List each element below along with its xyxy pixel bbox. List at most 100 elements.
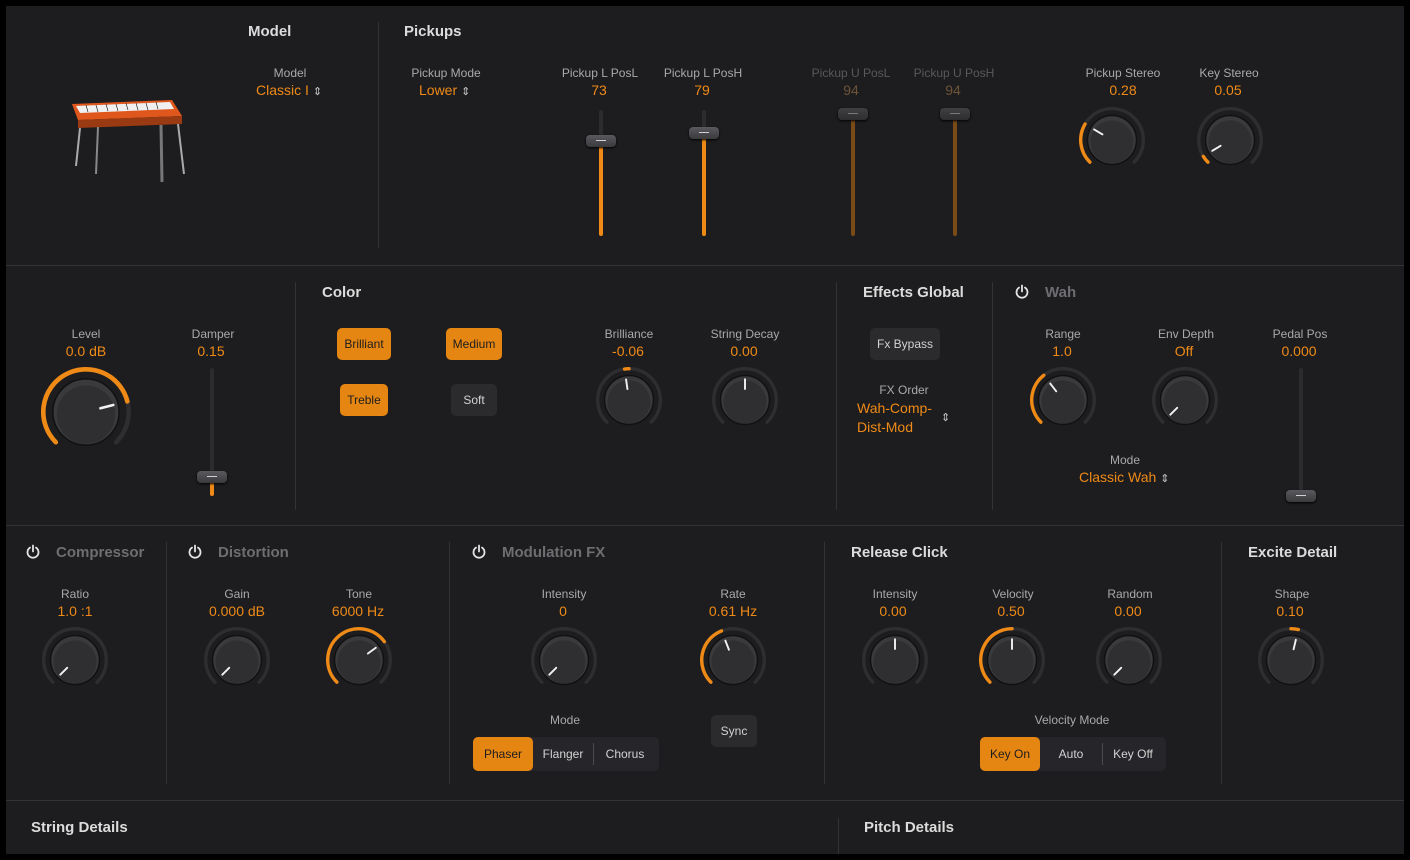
mod-intensity-label: Intensity: [541, 587, 587, 601]
level-label: Level: [71, 327, 101, 341]
key-off-button[interactable]: Key Off: [1103, 737, 1163, 771]
pickup-l-posh-thumb[interactable]: [689, 127, 719, 139]
model-label: Model: [273, 66, 307, 80]
pedal-pos-value: 0.000: [1281, 343, 1317, 359]
env-depth-label: Env Depth: [1157, 327, 1215, 341]
model-selector[interactable]: Classic I ⇕: [256, 82, 322, 98]
ratio-value: 1.0 :1: [57, 603, 93, 619]
color-section-title: Color: [322, 284, 362, 301]
wah-mode-value: Classic Wah: [1079, 469, 1157, 485]
treble-button[interactable]: Treble: [340, 384, 388, 416]
damper-thumb[interactable]: [197, 471, 227, 483]
compressor-power-icon[interactable]: [25, 544, 41, 560]
release-random-knob[interactable]: [1095, 626, 1163, 699]
knob-graphic: [712, 367, 778, 426]
pickup-u-posl-thumb[interactable]: [838, 108, 868, 120]
fx-bypass-button[interactable]: Fx Bypass: [870, 328, 940, 360]
wah-power-icon[interactable]: [1014, 284, 1030, 300]
sync-button[interactable]: Sync: [711, 715, 757, 747]
shape-label: Shape: [1274, 587, 1310, 601]
electric-piano-image: [72, 100, 185, 183]
modulation-power-icon[interactable]: [471, 544, 487, 560]
divider: [824, 542, 825, 784]
pedal-pos-thumb[interactable]: [1286, 490, 1316, 502]
knob-graphic: [531, 627, 597, 686]
divider: [449, 542, 450, 784]
flanger-button[interactable]: Flanger: [533, 737, 593, 771]
key-on-button[interactable]: Key On: [980, 737, 1040, 771]
rate-knob[interactable]: [699, 626, 767, 699]
release-click-title: Release Click: [851, 544, 948, 561]
string-decay-label: String Decay: [710, 327, 780, 341]
divider: [6, 800, 1404, 801]
pickup-stereo-knob[interactable]: [1078, 106, 1146, 179]
medium-button[interactable]: Medium: [446, 328, 502, 360]
mod-mode-label: Mode: [549, 713, 581, 727]
pickup-l-posh-value: 79: [694, 82, 710, 98]
brilliant-button[interactable]: Brilliant: [337, 328, 391, 360]
damper-label: Damper: [191, 327, 235, 341]
release-intensity-knob[interactable]: [861, 626, 929, 699]
ratio-knob[interactable]: [41, 626, 109, 699]
knob-graphic: [1096, 627, 1162, 686]
level-knob[interactable]: [40, 366, 132, 463]
divider: [992, 282, 993, 510]
divider: [295, 282, 296, 510]
soft-button[interactable]: Soft: [451, 384, 497, 416]
ratio-label: Ratio: [60, 587, 90, 601]
pickup-mode-selector[interactable]: Lower ⇕: [419, 82, 470, 98]
brilliance-knob[interactable]: [595, 366, 663, 439]
divider: [836, 282, 837, 510]
mod-intensity-knob[interactable]: [530, 626, 598, 699]
pickup-stereo-label: Pickup Stereo: [1085, 66, 1161, 80]
plugin-panel: Model Model Classic I ⇕ Pickups Pickup Mo…: [6, 6, 1404, 854]
divider: [6, 525, 1404, 526]
knob-graphic: [1258, 627, 1324, 686]
fx-order-selector[interactable]: Wah-Comp- Dist-Mod: [857, 399, 932, 437]
wah-range-knob[interactable]: [1029, 366, 1097, 439]
pickup-l-posl-value: 73: [591, 82, 607, 98]
modulation-title: Modulation FX: [502, 544, 606, 561]
knob-graphic: [1079, 107, 1145, 166]
pickup-mode-label: Pickup Mode: [411, 66, 481, 80]
gain-value: 0.000 dB: [208, 603, 266, 619]
fx-order-value-line2: Dist-Mod: [857, 419, 914, 435]
mod-mode-segmented: Phaser Flanger Chorus: [473, 737, 659, 771]
release-velocity-value: 0.50: [997, 603, 1025, 619]
fx-order-value-line1: Wah-Comp-: [857, 400, 932, 416]
fx-order-arrows[interactable]: ⇕: [937, 408, 950, 424]
string-details-title: String Details: [31, 819, 128, 836]
shape-knob[interactable]: [1257, 626, 1325, 699]
tone-knob[interactable]: [325, 626, 393, 699]
wah-mode-label: Mode: [1109, 453, 1141, 467]
env-depth-knob[interactable]: [1151, 366, 1219, 439]
release-velocity-knob[interactable]: [978, 626, 1046, 699]
pickup-u-posh-value: 94: [945, 82, 961, 98]
string-decay-knob[interactable]: [711, 366, 779, 439]
velocity-mode-segmented: Key On Auto Key Off: [980, 737, 1166, 771]
level-value: 0.0 dB: [65, 343, 107, 359]
brilliance-value: -0.06: [612, 343, 644, 359]
pickup-u-posh-thumb[interactable]: [940, 108, 970, 120]
pickups-section-title: Pickups: [404, 23, 462, 40]
knob-graphic: [42, 627, 108, 686]
knob-graphic: [1030, 367, 1096, 426]
pickup-l-posl-thumb[interactable]: [586, 135, 616, 147]
phaser-button[interactable]: Phaser: [473, 737, 533, 771]
tone-label: Tone: [345, 587, 373, 601]
knob-graphic: [204, 627, 270, 686]
key-stereo-value: 0.05: [1214, 82, 1242, 98]
model-value: Classic I: [256, 82, 309, 98]
damper-value: 0.15: [197, 343, 225, 359]
auto-button[interactable]: Auto: [1040, 737, 1102, 771]
up-down-arrows-icon: ⇕: [941, 412, 951, 424]
chorus-button[interactable]: Chorus: [594, 737, 656, 771]
divider: [6, 265, 1404, 266]
gain-knob[interactable]: [203, 626, 271, 699]
wah-title: Wah: [1045, 284, 1077, 301]
wah-mode-selector[interactable]: Classic Wah ⇕: [1079, 469, 1170, 485]
key-stereo-knob[interactable]: [1196, 106, 1264, 179]
pedal-pos-slider[interactable]: [1299, 368, 1303, 498]
distortion-power-icon[interactable]: [187, 544, 203, 560]
effects-global-title: Effects Global: [863, 284, 964, 301]
